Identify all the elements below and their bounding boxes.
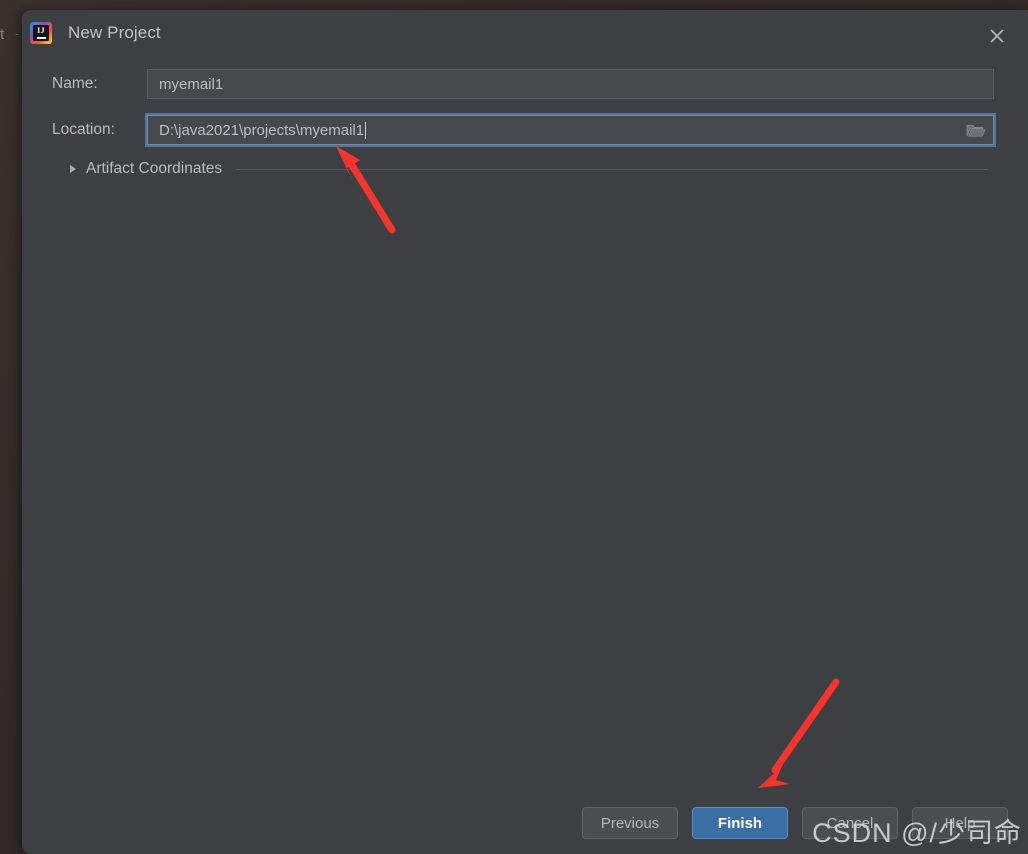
csdn-watermark: CSDN @/少司命 [812, 818, 1022, 848]
text-caret [365, 121, 367, 139]
location-label: Location: [52, 121, 115, 138]
dialog-title: New Project [68, 23, 161, 42]
background-text-fragment: t [0, 26, 5, 43]
artifact-coordinates-section[interactable]: Artifact Coordinates [52, 160, 994, 178]
name-input-value: myemail1 [159, 75, 224, 93]
folder-icon[interactable] [959, 116, 993, 144]
chevron-right-icon[interactable] [70, 165, 76, 173]
name-input[interactable]: myemail1 [147, 69, 994, 99]
section-separator [236, 168, 988, 170]
name-row: Name: myemail1 [52, 68, 994, 100]
project-form: Name: myemail1 Location: D:\java2021\pro… [22, 56, 1028, 178]
location-input-value: D:\java2021\projects\myemail1 [159, 121, 365, 139]
screen: t - IJ New Project Name: myemail1 Locati… [0, 0, 1028, 854]
new-project-dialog: IJ New Project Name: myemail1 Location: … [22, 10, 1028, 854]
finish-button[interactable]: Finish [692, 807, 788, 839]
location-input[interactable]: D:\java2021\projects\myemail1 [145, 113, 996, 147]
previous-button[interactable]: Previous [582, 807, 678, 839]
intellij-idea-icon: IJ [30, 22, 52, 44]
close-icon[interactable] [980, 22, 1014, 50]
location-row: Location: D:\java2021\projects\myemail1 [52, 113, 996, 147]
name-label: Name: [52, 75, 98, 92]
artifact-coordinates-label: Artifact Coordinates [86, 160, 223, 177]
background-dash-fragment: - [15, 26, 20, 41]
dialog-titlebar: IJ New Project [22, 10, 1028, 56]
